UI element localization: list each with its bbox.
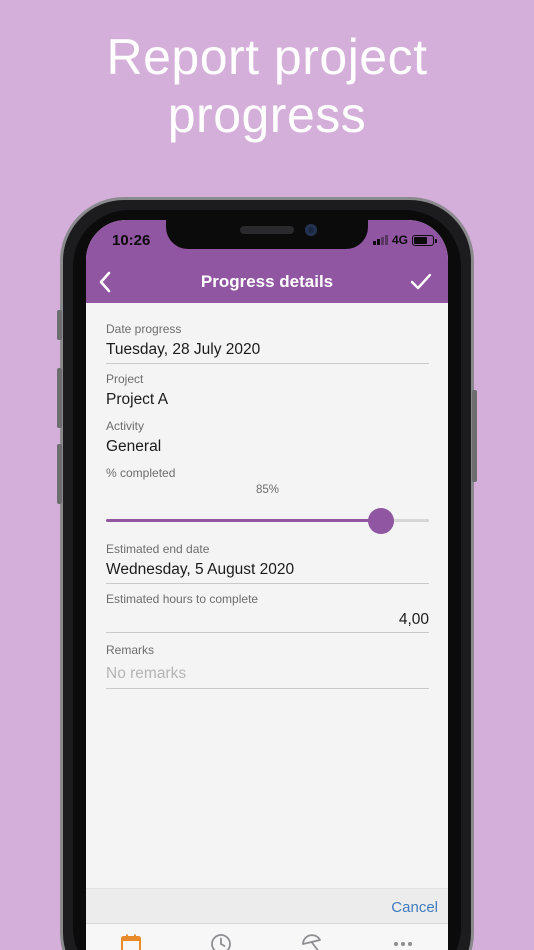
speaker xyxy=(240,226,294,234)
project-label: Project xyxy=(106,372,144,386)
signal-icon xyxy=(372,235,388,245)
headline-line-1: Report project xyxy=(106,29,428,85)
status-time: 10:26 xyxy=(112,232,151,249)
battery-icon xyxy=(412,234,437,246)
network-type: 4G xyxy=(391,233,408,247)
date-progress-label: Date progress xyxy=(106,322,182,336)
percent-completed-slider[interactable] xyxy=(106,508,429,534)
power-button xyxy=(472,390,477,482)
more-icon xyxy=(394,942,412,946)
date-progress-field[interactable]: Tuesday, 28 July 2020 xyxy=(106,341,260,359)
volume-down-button xyxy=(57,444,62,504)
estimated-end-date-label: Estimated end date xyxy=(106,542,210,556)
estimated-hours-label: Estimated hours to complete xyxy=(106,592,259,606)
beach-umbrella-icon xyxy=(302,934,321,950)
status-indicators: 4G xyxy=(372,233,437,247)
remarks-field[interactable]: No remarks xyxy=(106,665,186,683)
mute-switch xyxy=(57,310,62,340)
activity-field[interactable]: General xyxy=(106,438,161,456)
headline: Report project progress xyxy=(0,28,534,144)
tab-clock[interactable] xyxy=(209,932,233,950)
clock-icon xyxy=(211,934,231,950)
estimated-hours-field[interactable]: 4,00 xyxy=(399,611,429,629)
project-field[interactable]: Project A xyxy=(106,391,168,409)
save-button[interactable] xyxy=(410,272,432,292)
slider-fill xyxy=(106,519,381,522)
estimated-end-date-underline xyxy=(106,583,429,584)
estimated-hours-underline xyxy=(106,632,429,633)
activity-label: Activity xyxy=(106,419,145,433)
tab-leave[interactable] xyxy=(300,932,324,950)
remarks-underline xyxy=(106,688,429,689)
percent-completed-label: % completed xyxy=(106,466,176,480)
headline-line-2: progress xyxy=(167,87,367,143)
checkmark-icon xyxy=(410,273,432,290)
date-progress-underline xyxy=(106,363,429,364)
page-title: Progress details xyxy=(200,272,334,291)
volume-up-button xyxy=(57,368,62,428)
front-camera xyxy=(305,224,317,236)
estimated-end-date-field[interactable]: Wednesday, 5 August 2020 xyxy=(106,561,294,579)
percent-completed-value: 85% xyxy=(255,484,280,496)
tab-more[interactable] xyxy=(391,932,415,950)
tab-calendar[interactable] xyxy=(119,932,143,950)
slider-thumb[interactable] xyxy=(368,508,394,534)
remarks-label: Remarks xyxy=(106,643,155,657)
bottom-area: Cancel xyxy=(86,888,448,950)
notch xyxy=(166,220,368,249)
phone-screen: 10:26 4G Progress details Date progress … xyxy=(86,220,448,950)
tab-bar xyxy=(86,923,448,950)
calendar-icon xyxy=(121,934,141,950)
cancel-button[interactable]: Cancel xyxy=(391,899,438,916)
